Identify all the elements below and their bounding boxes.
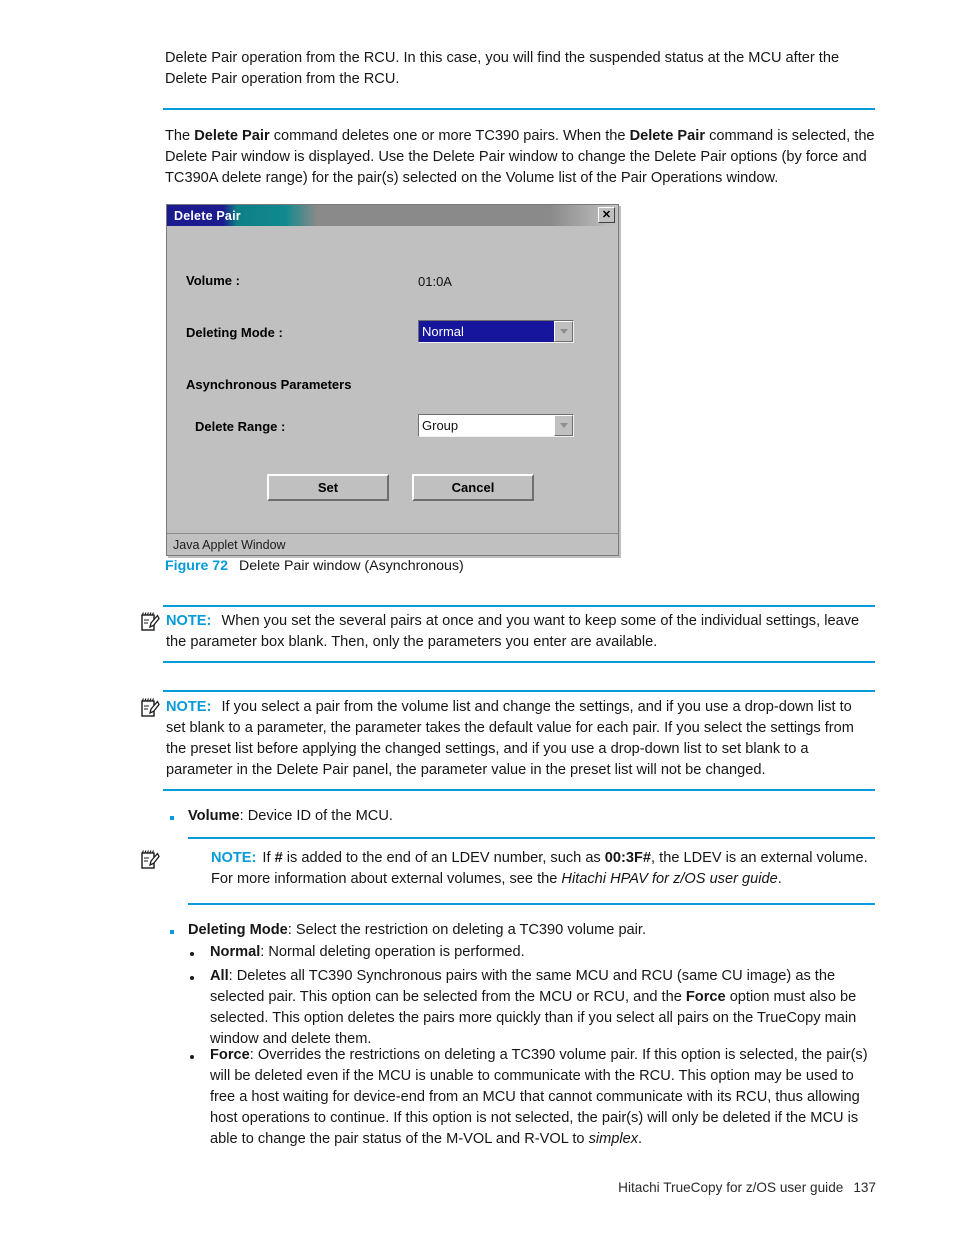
note-label: NOTE:: [166, 613, 212, 629]
volume-term: Volume: [188, 808, 240, 824]
ldev-note-p1: If: [262, 850, 275, 866]
cmd-text-1: The: [165, 128, 195, 144]
bullet-marker: [170, 816, 174, 820]
note-label: NOTE:: [166, 699, 212, 715]
normal-term: Normal: [210, 944, 261, 960]
normal-desc: : Normal deleting operation is performed…: [260, 944, 525, 960]
note2-rule-bottom: [163, 789, 875, 791]
deleting-mode-desc: : Select the restriction on deleting a T…: [287, 922, 647, 938]
force-italic-simplex: simplex: [588, 1131, 639, 1147]
delete-pair-dialog[interactable]: Delete Pair ✕ Volume : 01:0A Deleting Mo…: [166, 204, 619, 556]
ldev-note-rule-top: [188, 837, 875, 839]
set-button[interactable]: Set: [267, 474, 389, 501]
section-divider-top: [163, 108, 875, 110]
force-desc-2: .: [638, 1131, 643, 1147]
cmd-text-2: command deletes one or more TC390 pairs.…: [269, 128, 630, 144]
all-bold-force: Force: [685, 989, 726, 1005]
deleting-mode-dropdown[interactable]: Normal: [418, 320, 574, 343]
force-term: Force: [210, 1047, 250, 1063]
note2-rule-top: [163, 690, 875, 692]
deleting-mode-bullet: Deleting Mode: Select the restriction on…: [188, 920, 874, 941]
sub-bullet-normal: Normal: Normal deleting operation is per…: [210, 942, 874, 963]
cmd-bold-1: Delete Pair: [194, 128, 270, 144]
sub-bullet-force: Force: Overrides the restrictions on del…: [210, 1045, 874, 1150]
delete-range-label: Delete Range :: [195, 419, 286, 434]
volume-bullet: Volume: Device ID of the MCU.: [188, 806, 874, 827]
ldev-note-rule-bottom: [188, 903, 875, 905]
volume-label: Volume :: [186, 273, 240, 288]
ldev-note-i1: Hitachi HPAV for z/OS user guide: [561, 871, 778, 887]
deleting-mode-label: Deleting Mode :: [186, 325, 283, 340]
figure-title: Delete Pair window (Asynchronous): [239, 558, 464, 574]
dialog-body: Volume : 01:0A Deleting Mode : Normal As…: [167, 226, 618, 536]
ldev-note-p4: .: [777, 871, 782, 887]
note-2: NOTE: If you select a pair from the volu…: [166, 697, 875, 781]
note1-rule-top: [163, 605, 875, 607]
all-term: All: [210, 968, 229, 984]
command-paragraph: The Delete Pair command deletes one or m…: [165, 126, 875, 189]
volume-desc: : Device ID of the MCU.: [239, 808, 393, 824]
figure-number: Figure 72: [165, 558, 229, 574]
volume-value: 01:0A: [418, 274, 452, 289]
note-text: When you set the several pairs at once a…: [166, 613, 860, 650]
ldev-note-b2: 00:3F#: [604, 850, 652, 866]
delete-range-dropdown[interactable]: Group: [418, 414, 574, 437]
note-1: NOTE: When you set the several pairs at …: [166, 611, 874, 653]
dialog-statusbar: Java Applet Window: [167, 533, 618, 555]
statusbar-text: Java Applet Window: [173, 537, 286, 552]
note-text: If you select a pair from the volume lis…: [166, 699, 854, 778]
bullet-marker: [170, 930, 174, 934]
ldev-note: NOTE: If # is added to the end of an LDEV…: [211, 848, 875, 890]
document-page: Delete Pair operation from the RCU. In t…: [0, 0, 954, 1235]
sub-bullet-marker: [190, 1055, 194, 1059]
note-pencil-icon: [141, 698, 160, 717]
intro-paragraph: Delete Pair operation from the RCU. In t…: [165, 50, 840, 87]
sub-bullet-marker: [190, 976, 194, 980]
asynchronous-parameters-heading: Asynchronous Parameters: [186, 377, 352, 392]
chevron-down-icon[interactable]: [554, 321, 573, 342]
chevron-down-icon[interactable]: [554, 415, 573, 436]
deleting-mode-term: Deleting Mode: [188, 922, 288, 938]
sub-bullet-marker: [190, 952, 194, 956]
dialog-titlebar[interactable]: Delete Pair ✕: [167, 205, 618, 226]
page-number: 137: [853, 1180, 876, 1195]
ldev-note-p2: is added to the end of an LDEV number, s…: [282, 850, 605, 866]
cancel-button[interactable]: Cancel: [412, 474, 534, 501]
close-icon[interactable]: ✕: [598, 207, 615, 223]
delete-range-value: Group: [422, 418, 459, 433]
ldev-note-b1: #: [274, 850, 283, 866]
note-pencil-icon: [141, 850, 160, 869]
force-desc-1: : Overrides the restrictions on deleting…: [210, 1047, 868, 1147]
cmd-bold-2: Delete Pair: [629, 128, 706, 144]
footer-guide-title: Hitachi TrueCopy for z/OS user guide: [618, 1180, 844, 1195]
note1-rule-bottom: [163, 661, 875, 663]
note-pencil-icon: [141, 612, 160, 631]
deleting-mode-value: Normal: [419, 321, 554, 342]
note-label: NOTE:: [211, 850, 257, 866]
page-footer: Hitachi TrueCopy for z/OS user guide 137: [618, 1180, 876, 1195]
sub-bullet-all: All: Deletes all TC390 Synchronous pairs…: [210, 966, 874, 1050]
dialog-title: Delete Pair: [174, 208, 241, 223]
figure-caption: Figure 72 Delete Pair window (Asynchrono…: [165, 558, 464, 574]
